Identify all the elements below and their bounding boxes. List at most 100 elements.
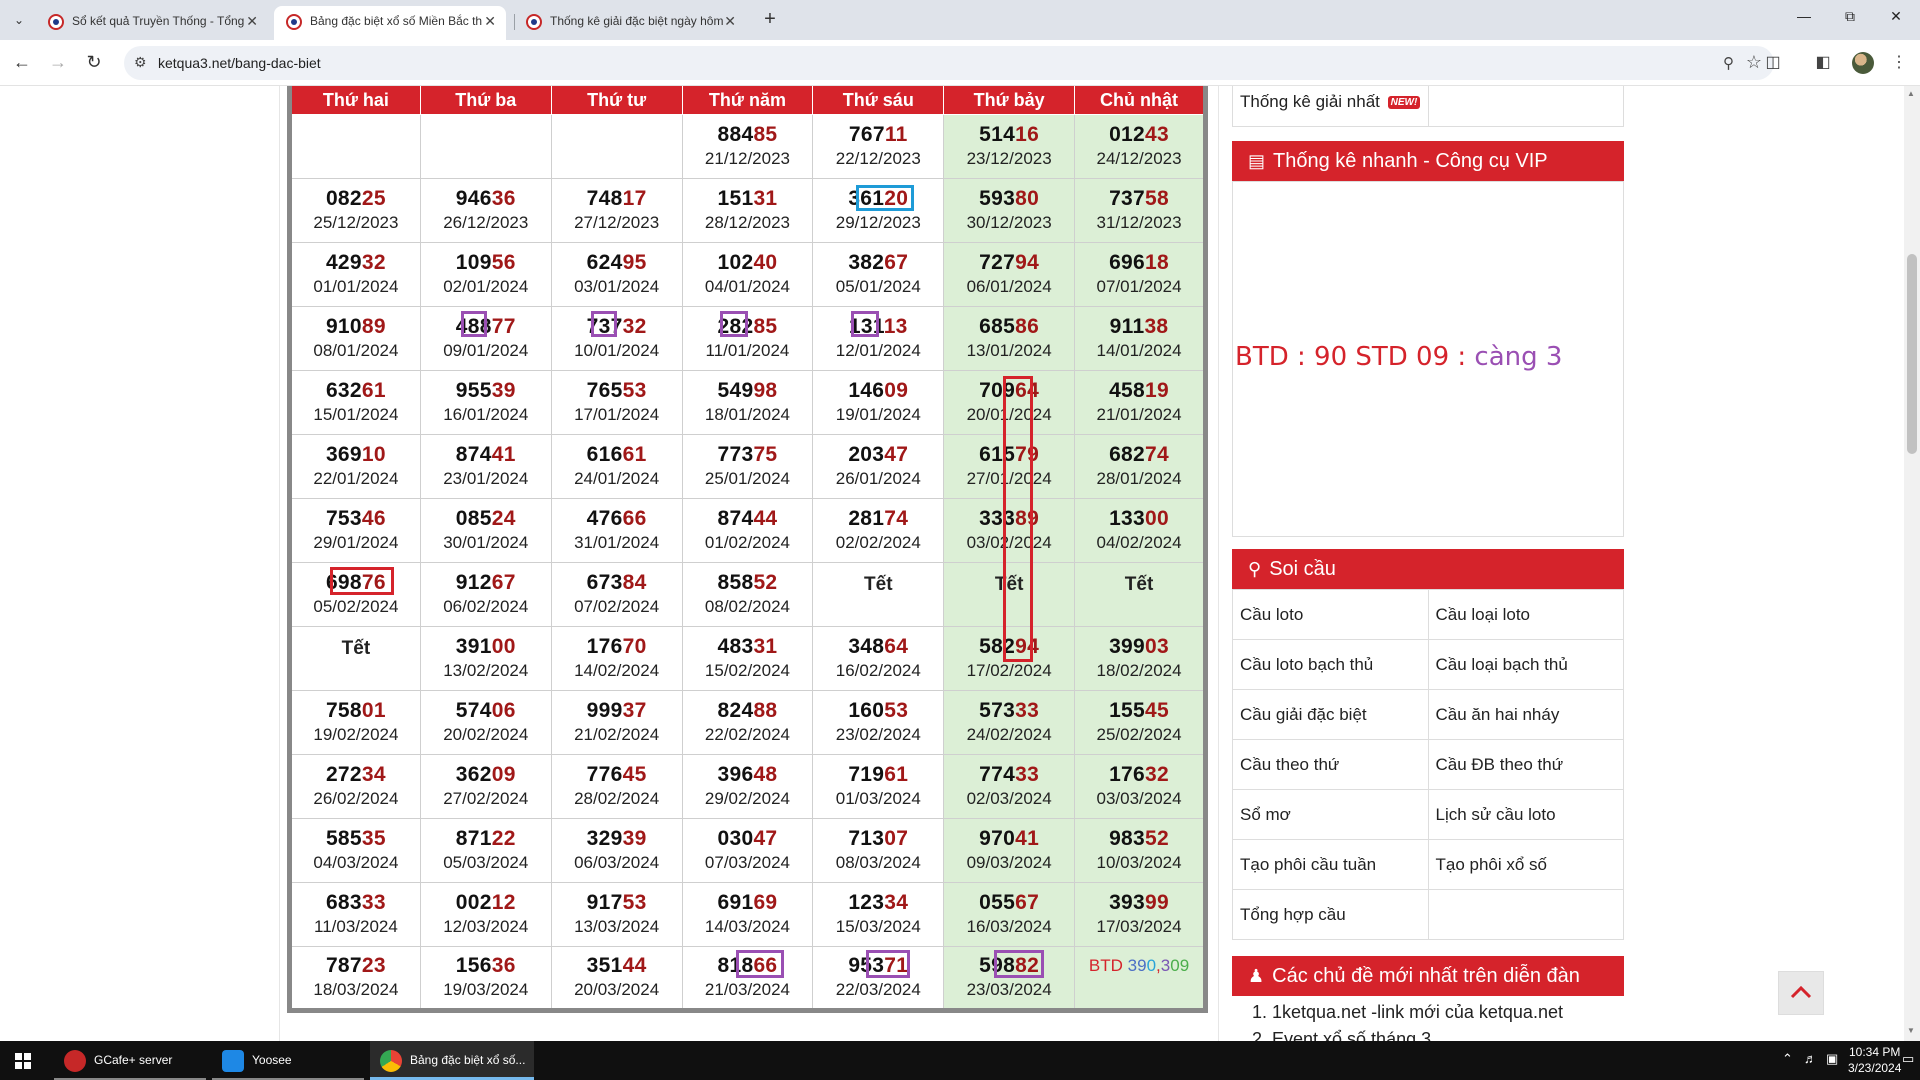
soi-cau-link[interactable]: Sổ mơ bbox=[1232, 789, 1429, 840]
result-cell: 91267 06/02/2024 bbox=[419, 562, 552, 627]
soi-cau-link[interactable]: Cầu giải đặc biệt bbox=[1232, 689, 1429, 740]
result-number-tail: 66 bbox=[622, 507, 647, 530]
result-number: 36209 bbox=[421, 762, 551, 787]
result-date: 30/01/2024 bbox=[443, 533, 529, 552]
result-number: 12334 bbox=[813, 890, 943, 915]
close-window-icon[interactable]: ✕ bbox=[1876, 8, 1916, 25]
soi-cau-link[interactable]: Cầu loto bbox=[1232, 589, 1429, 640]
reload-icon[interactable]: ↻ bbox=[82, 52, 106, 72]
soi-cau-link[interactable]: Cầu loại bạch thủ bbox=[1427, 639, 1624, 690]
result-date: 15/02/2024 bbox=[704, 661, 790, 680]
zoom-icon[interactable]: ⚲ bbox=[1723, 54, 1734, 72]
result-number: 69618 bbox=[1075, 250, 1203, 275]
forum-topic-item[interactable]: 1ketqua.net -link mới của ketqua.net bbox=[1272, 1002, 1624, 1023]
header-cell: Chủ nhật bbox=[1074, 86, 1206, 115]
taskbar-app-yoosee[interactable]: Yoosee bbox=[212, 1041, 364, 1080]
result-number: 74817 bbox=[552, 186, 682, 211]
soi-cau-link[interactable]: Lịch sử cầu loto bbox=[1427, 789, 1624, 840]
result-date: 20/03/2024 bbox=[574, 980, 660, 999]
result-number-head: 483 bbox=[717, 635, 754, 658]
soi-cau-link[interactable]: Cầu ĐB theo thứ bbox=[1427, 739, 1624, 790]
result-number-tail: 89 bbox=[1015, 507, 1040, 530]
minimize-icon[interactable]: — bbox=[1784, 8, 1824, 24]
site-settings-icon[interactable]: ⚙ bbox=[134, 54, 147, 71]
result-cell: 36910 22/01/2024 bbox=[289, 434, 421, 499]
result-date: 03/01/2024 bbox=[574, 277, 660, 296]
taskbar-app-chrome[interactable]: Bảng đặc biệt xổ số... bbox=[370, 1041, 534, 1080]
forward-arrow-icon[interactable]: → bbox=[46, 52, 70, 72]
result-number-head: 946 bbox=[455, 187, 492, 210]
close-tab-icon[interactable]: ✕ bbox=[724, 6, 736, 36]
result-cell: 58535 04/03/2024 bbox=[289, 818, 421, 883]
url-text[interactable]: ketqua3.net/bang-dac-biet bbox=[158, 55, 321, 71]
soi-cau-link[interactable]: Cầu loto bạch thủ bbox=[1232, 639, 1429, 690]
result-cell: 08225 25/12/2023 bbox=[289, 178, 421, 243]
bookmark-star-icon[interactable]: ☆ bbox=[1746, 52, 1762, 73]
tray-chevron-up-icon[interactable]: ⌃ bbox=[1782, 1051, 1793, 1067]
page-scrollbar[interactable]: ▲ ▼ bbox=[1904, 86, 1920, 1041]
restore-icon[interactable]: ⧉ bbox=[1830, 8, 1870, 25]
soi-cau-link[interactable]: Tạo phôi cầu tuần bbox=[1232, 839, 1429, 890]
soi-cau-link[interactable]: Cầu ăn hai nháy bbox=[1427, 689, 1624, 740]
soi-cau-row: Cầu loto Cầu loại loto bbox=[1232, 589, 1624, 640]
soi-cau-link[interactable]: Tổng hợp cầu bbox=[1232, 889, 1429, 940]
scroll-down-arrow-icon[interactable]: ▼ bbox=[1907, 1026, 1915, 1035]
header-cell: Thứ sáu bbox=[812, 86, 945, 115]
scrollbar-thumb[interactable] bbox=[1907, 254, 1917, 454]
result-number: 91089 bbox=[292, 314, 420, 339]
extensions-puzzle-icon[interactable]: ◫ bbox=[1762, 52, 1784, 72]
volume-icon[interactable]: ♬ bbox=[1804, 1051, 1817, 1066]
result-number-tail: 43 bbox=[1145, 123, 1169, 146]
result-date: 09/03/2024 bbox=[966, 853, 1052, 872]
side-panel-icon[interactable]: ◧ bbox=[1812, 52, 1834, 72]
scroll-to-top-button[interactable] bbox=[1778, 971, 1824, 1015]
network-icon[interactable]: ▣ bbox=[1826, 1051, 1838, 1067]
result-number-head: 109 bbox=[455, 251, 492, 274]
tab-so-ket-qua[interactable]: Sổ kết quả Truyền Thống - Tổng ✕ bbox=[36, 6, 268, 40]
more-menu-icon[interactable]: ⋮ bbox=[1888, 52, 1910, 72]
forum-topic-item[interactable]: Event xổ số tháng 3 bbox=[1272, 1029, 1624, 1041]
close-tab-icon[interactable]: ✕ bbox=[484, 6, 496, 36]
result-date: 28/02/2024 bbox=[574, 789, 660, 808]
result-number: 68274 bbox=[1075, 442, 1203, 467]
result-number: 59380 bbox=[944, 186, 1074, 211]
link-thong-ke-giai-nhat[interactable]: Thống kê giải nhất bbox=[1240, 92, 1380, 111]
soi-cau-link[interactable]: Cầu theo thứ bbox=[1232, 739, 1429, 790]
scroll-up-arrow-icon[interactable]: ▲ bbox=[1907, 89, 1915, 98]
result-date: 09/01/2024 bbox=[443, 341, 529, 360]
top-link-cell[interactable]: Thống kê giải nhất NEW! bbox=[1232, 86, 1429, 127]
result-date: 23/01/2024 bbox=[443, 469, 529, 488]
result-date: 22/01/2024 bbox=[313, 469, 399, 488]
notification-icon[interactable]: ▭ bbox=[1902, 1051, 1914, 1067]
profile-avatar[interactable] bbox=[1852, 52, 1874, 74]
new-tab-plus-icon[interactable]: + bbox=[758, 8, 782, 31]
result-number-head: 910 bbox=[325, 315, 362, 338]
table-row: 63261 15/01/2024 95539 16/01/2024 76553 17/01… bbox=[289, 370, 1206, 435]
close-tab-icon[interactable]: ✕ bbox=[246, 6, 258, 36]
result-number: 00212 bbox=[421, 890, 551, 915]
result-number: 59882 bbox=[944, 953, 1074, 978]
address-bar[interactable]: ⚙ ketqua3.net/bang-dac-biet ⚲ ☆ bbox=[124, 46, 1774, 80]
btd-note-part: BTD bbox=[1088, 955, 1128, 975]
windows-start-icon[interactable] bbox=[0, 1041, 46, 1080]
result-number-tail: 74 bbox=[884, 507, 909, 530]
result-number-head: 361 bbox=[848, 187, 885, 210]
soi-cau-link[interactable]: Tạo phôi xổ số bbox=[1427, 839, 1624, 890]
tab-bang-dac-biet[interactable]: Bảng đặc biệt xổ số Miền Bắc th ✕ bbox=[274, 6, 506, 40]
result-number-head: 133 bbox=[1109, 507, 1146, 530]
taskbar-app-gcafe[interactable]: GCafe+ server 1.7.3... bbox=[54, 1041, 206, 1080]
tab-search-chevron-icon[interactable]: ⌄ bbox=[8, 9, 30, 31]
result-cell: 48331 15/02/2024 bbox=[681, 626, 814, 691]
result-number: 15131 bbox=[683, 186, 813, 211]
soi-cau-link[interactable]: Cầu loại loto bbox=[1427, 589, 1624, 640]
result-number: 57333 bbox=[944, 698, 1074, 723]
back-arrow-icon[interactable]: ← bbox=[10, 52, 34, 72]
result-date: 01/02/2024 bbox=[704, 533, 790, 552]
result-date: 07/03/2024 bbox=[704, 853, 790, 872]
result-cell: 71307 08/03/2024 bbox=[812, 818, 945, 883]
result-cell: 17632 03/03/2024 bbox=[1074, 754, 1206, 819]
tab-thong-ke-dac-biet[interactable]: Thống kê giải đặc biệt ngày hôm ✕ bbox=[514, 6, 746, 40]
system-clock[interactable]: 10:34 PM 3/23/2024 bbox=[1848, 1044, 1901, 1076]
result-number: 87122 bbox=[421, 826, 551, 851]
vip-content-box: BTD : 90 STD 09 : càng 3 bbox=[1232, 181, 1624, 537]
